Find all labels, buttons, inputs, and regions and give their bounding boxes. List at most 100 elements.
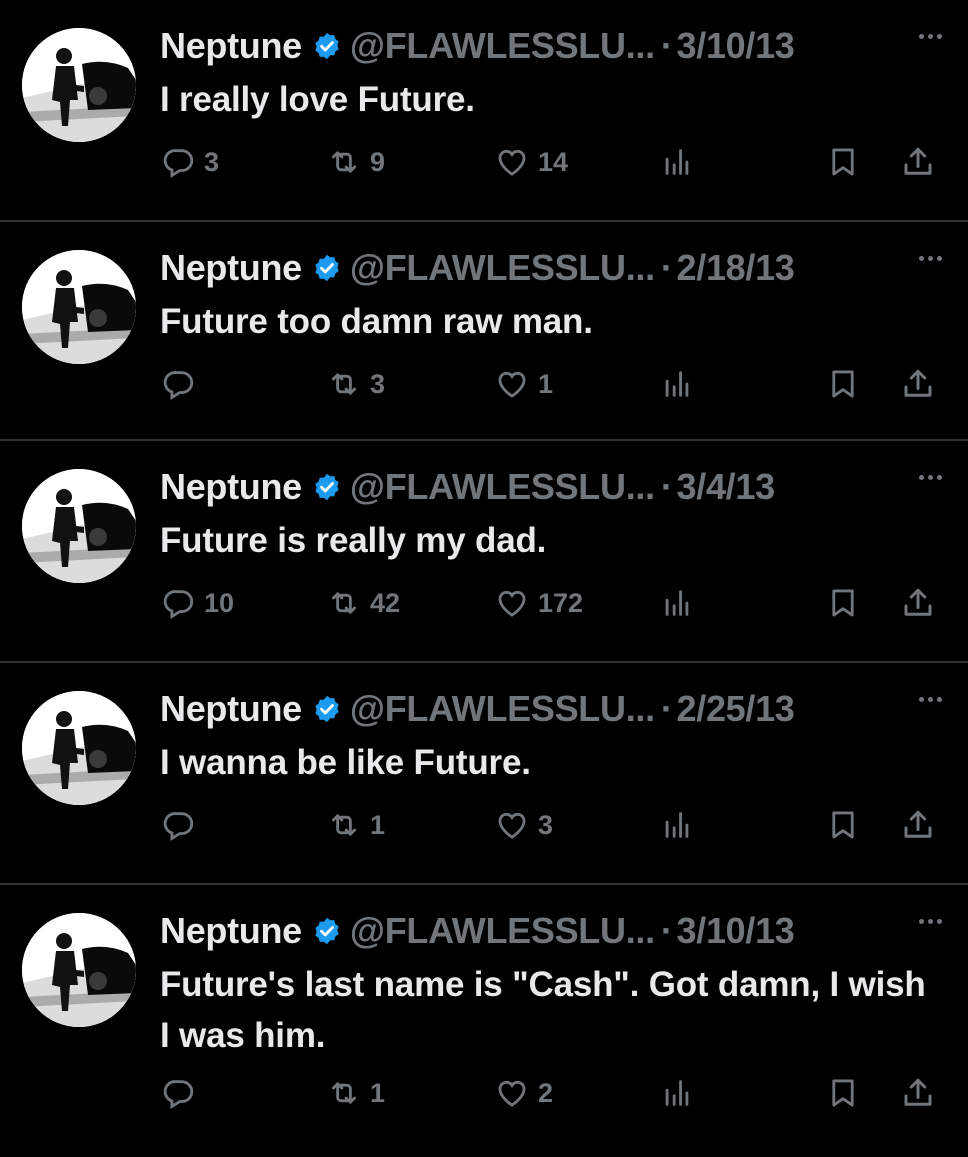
retweet-button[interactable]: 42 xyxy=(326,581,400,625)
like-button[interactable]: 3 xyxy=(494,803,553,847)
tweet[interactable]: Neptune @FLAWLESSLU... · 3/10/13 Future'… xyxy=(0,885,968,1157)
avatar[interactable] xyxy=(22,469,136,583)
bookmark-icon xyxy=(832,1079,854,1107)
more-options-icon[interactable] xyxy=(919,34,942,39)
tweet[interactable]: Neptune @FLAWLESSLU... · 2/18/13 Future … xyxy=(0,222,968,441)
display-name[interactable]: Neptune xyxy=(160,910,302,952)
timestamp[interactable]: 3/10/13 xyxy=(677,25,795,67)
retweet-icon xyxy=(331,373,357,395)
bookmark-button[interactable] xyxy=(826,581,860,625)
more-options-icon[interactable] xyxy=(919,919,942,924)
views-button[interactable] xyxy=(660,140,694,184)
reply-icon xyxy=(163,812,194,842)
retweet-count: 1 xyxy=(370,1077,386,1108)
tweet[interactable]: Neptune @FLAWLESSLU... · 2/25/13 I wanna… xyxy=(0,663,968,885)
avatar[interactable] xyxy=(22,250,136,364)
display-name[interactable]: Neptune xyxy=(160,25,302,67)
like-count: 1 xyxy=(538,368,554,399)
share-button[interactable] xyxy=(900,581,936,625)
heart-icon xyxy=(498,590,526,617)
retweet-button[interactable]: 3 xyxy=(326,362,385,406)
action-bar: 1 2 xyxy=(0,1071,968,1115)
like-button[interactable]: 1 xyxy=(494,362,553,406)
action-bar: 3 9 14 xyxy=(0,140,968,184)
reply-button[interactable]: 10 xyxy=(162,581,234,625)
handle[interactable]: @FLAWLESSLU... xyxy=(350,910,655,952)
retweet-button[interactable]: 1 xyxy=(326,1071,385,1115)
separator-dot: · xyxy=(660,688,673,729)
tweet-header: Neptune @FLAWLESSLU... · 3/10/13 xyxy=(160,909,968,953)
separator-dot: · xyxy=(660,466,673,507)
views-button[interactable] xyxy=(660,803,694,847)
avatar[interactable] xyxy=(22,913,136,1027)
heart-icon xyxy=(498,149,526,176)
reply-button[interactable] xyxy=(162,1071,204,1115)
reply-icon xyxy=(163,1080,194,1110)
handle[interactable]: @FLAWLESSLU... xyxy=(350,466,655,508)
reply-button[interactable] xyxy=(162,803,204,847)
bookmark-icon xyxy=(832,811,854,839)
reply-button[interactable]: 3 xyxy=(162,140,219,184)
like-button[interactable]: 2 xyxy=(494,1071,553,1115)
bookmark-button[interactable] xyxy=(826,140,860,184)
bookmark-icon xyxy=(832,370,854,398)
reply-count: 10 xyxy=(204,587,235,618)
verified-badge-icon xyxy=(312,916,342,946)
more-options-icon[interactable] xyxy=(919,256,942,261)
action-bar: 1 3 xyxy=(0,803,968,847)
views-button[interactable] xyxy=(660,581,694,625)
retweet-button[interactable]: 9 xyxy=(326,140,385,184)
timestamp[interactable]: 3/4/13 xyxy=(677,466,776,508)
handle[interactable]: @FLAWLESSLU... xyxy=(350,25,655,67)
bookmark-icon xyxy=(832,589,854,617)
tweet-header: Neptune @FLAWLESSLU... · 2/25/13 xyxy=(160,687,968,731)
tweet[interactable]: Neptune @FLAWLESSLU... · 3/4/13 Future i… xyxy=(0,441,968,663)
timestamp[interactable]: 2/18/13 xyxy=(677,247,795,289)
heart-icon xyxy=(498,1080,526,1107)
bookmark-button[interactable] xyxy=(826,803,860,847)
display-name[interactable]: Neptune xyxy=(160,247,302,289)
separator-dot: · xyxy=(660,25,673,66)
tweet-text: I wanna be like Future. xyxy=(160,743,531,782)
share-button[interactable] xyxy=(900,362,936,406)
tweet-feed: Neptune @FLAWLESSLU... · 3/10/13 I reall… xyxy=(0,0,968,1157)
like-button[interactable]: 14 xyxy=(494,140,568,184)
share-button[interactable] xyxy=(900,140,936,184)
retweet-button[interactable]: 1 xyxy=(326,803,385,847)
tweet-header: Neptune @FLAWLESSLU... · 2/18/13 xyxy=(160,246,968,290)
handle[interactable]: @FLAWLESSLU... xyxy=(350,247,655,289)
share-icon xyxy=(904,147,932,175)
reply-icon xyxy=(163,590,194,620)
display-name[interactable]: Neptune xyxy=(160,466,302,508)
like-count: 3 xyxy=(538,809,554,840)
more-options-icon[interactable] xyxy=(919,475,942,480)
tweet[interactable]: Neptune @FLAWLESSLU... · 3/10/13 I reall… xyxy=(0,0,968,222)
avatar[interactable] xyxy=(22,28,136,142)
retweet-count: 42 xyxy=(370,587,401,618)
tweet-text: Future is really my dad. xyxy=(160,521,547,560)
views-button[interactable] xyxy=(660,362,694,406)
retweet-count: 9 xyxy=(370,146,386,177)
handle[interactable]: @FLAWLESSLU... xyxy=(350,688,655,730)
action-bar: 3 1 xyxy=(0,362,968,406)
display-name[interactable]: Neptune xyxy=(160,688,302,730)
more-options-icon[interactable] xyxy=(919,697,942,702)
timestamp[interactable]: 3/10/13 xyxy=(677,910,795,952)
reply-icon xyxy=(163,149,194,179)
avatar[interactable] xyxy=(22,691,136,805)
like-button[interactable]: 172 xyxy=(494,581,583,625)
timestamp[interactable]: 2/25/13 xyxy=(677,688,795,730)
share-button[interactable] xyxy=(900,1071,936,1115)
retweet-count: 1 xyxy=(370,809,386,840)
views-button[interactable] xyxy=(660,1071,694,1115)
share-button[interactable] xyxy=(900,803,936,847)
share-icon xyxy=(904,810,932,838)
reply-button[interactable] xyxy=(162,362,204,406)
analytics-icon xyxy=(665,1080,689,1106)
bookmark-icon xyxy=(832,148,854,176)
bookmark-button[interactable] xyxy=(826,1071,860,1115)
analytics-icon xyxy=(665,812,689,838)
bookmark-button[interactable] xyxy=(826,362,860,406)
verified-badge-icon xyxy=(312,694,342,724)
like-count: 172 xyxy=(538,587,584,618)
